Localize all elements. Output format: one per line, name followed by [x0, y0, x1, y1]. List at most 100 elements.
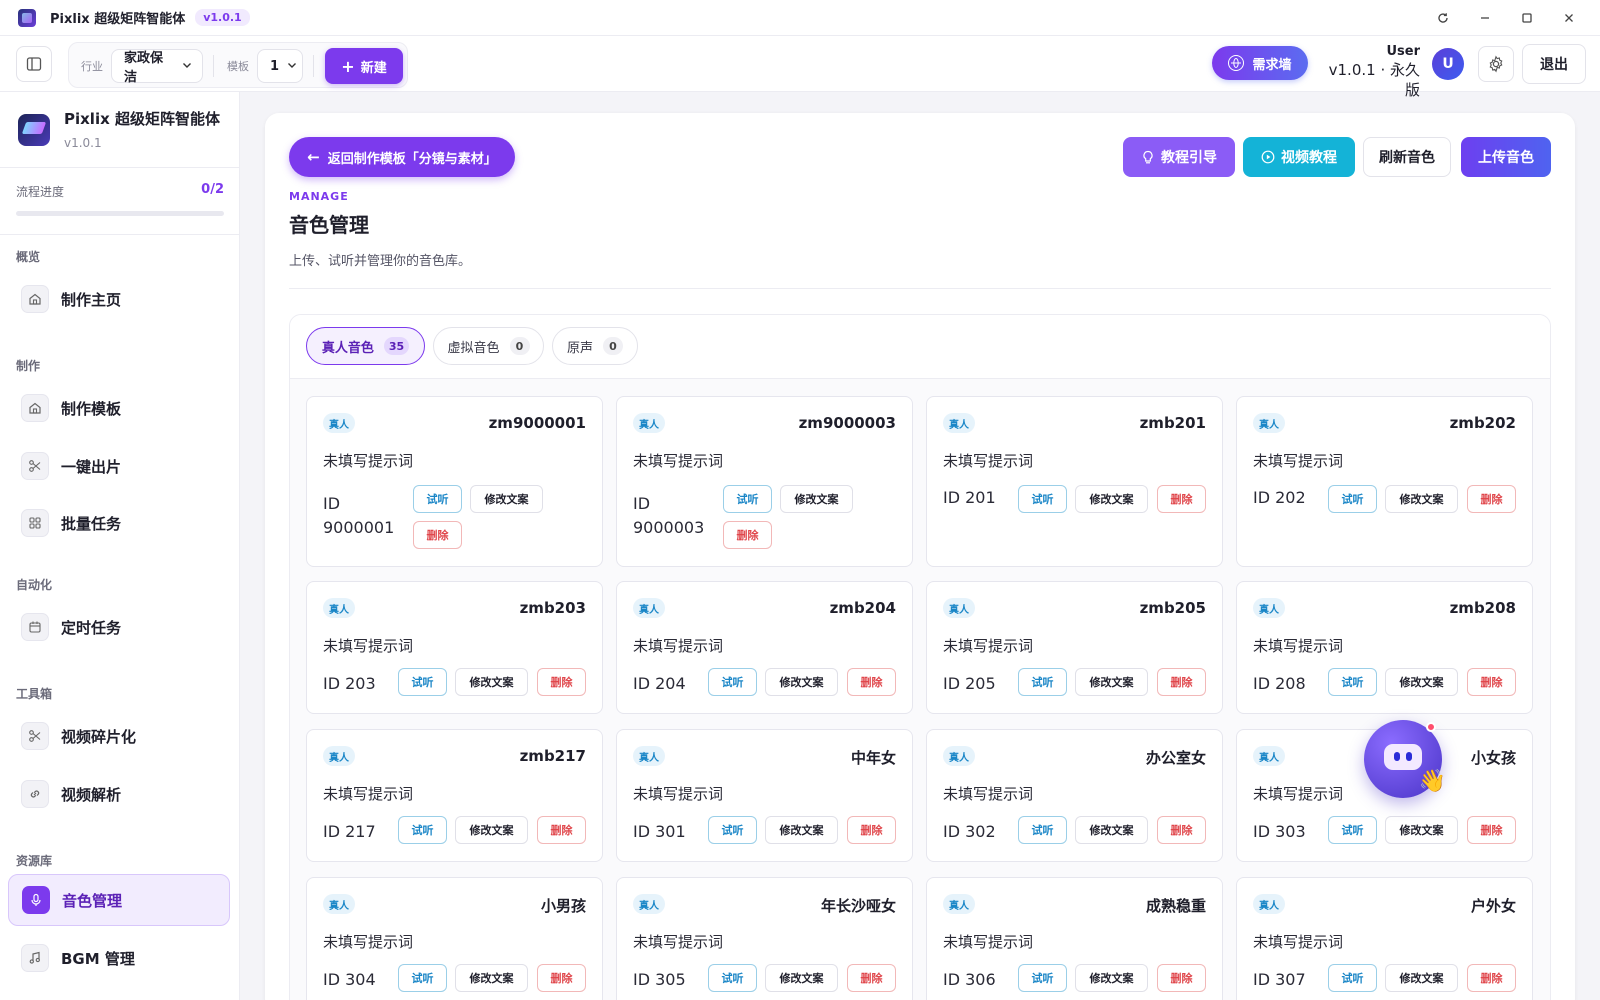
edit-copy-button[interactable]: 修改文案	[1075, 816, 1148, 844]
listen-button[interactable]: 试听	[1328, 816, 1377, 844]
delete-button[interactable]: 删除	[847, 816, 896, 844]
sidebar-item-home[interactable]: 制作主页	[8, 273, 230, 325]
close-icon[interactable]	[1548, 0, 1590, 36]
sidebar-toggle-button[interactable]	[16, 46, 52, 82]
voice-name: 小女孩	[1470, 749, 1516, 767]
progress-label: 流程进度	[16, 185, 65, 199]
listen-button[interactable]: 试听	[1018, 964, 1067, 992]
sidebar-item-label: 批量任务	[61, 514, 122, 533]
tab-virtual-voice[interactable]: 虚拟音色 0	[433, 327, 544, 365]
video-tutorial-button[interactable]: 视频教程	[1243, 137, 1355, 177]
voice-id: ID 306	[943, 970, 996, 989]
sidebar-app-title: Pixlix 超级矩阵智能体	[64, 110, 220, 128]
sidebar-item-label: 制作模板	[61, 399, 122, 418]
industry-select[interactable]: 家政保洁	[111, 49, 203, 85]
tab-original-voice[interactable]: 原声 0	[552, 327, 638, 365]
page-title: 音色管理	[289, 213, 369, 237]
edit-copy-button[interactable]: 修改文案	[765, 816, 838, 844]
avatar[interactable]: U	[1432, 48, 1464, 80]
delete-button[interactable]: 删除	[537, 964, 586, 992]
listen-button[interactable]: 试听	[398, 668, 447, 696]
listen-button[interactable]: 试听	[413, 485, 462, 513]
voice-id: ID 202	[1253, 488, 1306, 507]
listen-button[interactable]: 试听	[1328, 668, 1377, 696]
listen-button[interactable]: 试听	[1018, 816, 1067, 844]
edit-copy-button[interactable]: 修改文案	[470, 485, 543, 513]
sidebar-item-scheduled[interactable]: 定时任务	[8, 601, 230, 653]
edit-copy-button[interactable]: 修改文案	[765, 964, 838, 992]
delete-button[interactable]: 删除	[1467, 668, 1516, 696]
sidebar-item-parse[interactable]: 视频解析	[8, 768, 230, 820]
delete-button[interactable]: 删除	[1157, 485, 1206, 513]
delete-button[interactable]: 删除	[1157, 816, 1206, 844]
listen-button[interactable]: 试听	[708, 816, 757, 844]
edit-copy-button[interactable]: 修改文案	[1385, 485, 1458, 513]
sidebar-item-one-click[interactable]: 一键出片	[8, 440, 230, 492]
maximize-icon[interactable]	[1506, 0, 1548, 36]
minimize-icon[interactable]	[1464, 0, 1506, 36]
settings-button[interactable]	[1478, 46, 1514, 82]
listen-button[interactable]: 试听	[708, 964, 757, 992]
edit-copy-button[interactable]: 修改文案	[1075, 964, 1148, 992]
upload-voice-button[interactable]: 上传音色	[1461, 137, 1551, 177]
listen-button[interactable]: 试听	[708, 668, 757, 696]
listen-button[interactable]: 试听	[1018, 668, 1067, 696]
voice-name: zmb205	[1139, 599, 1206, 617]
edit-copy-button[interactable]: 修改文案	[1075, 668, 1148, 696]
listen-button[interactable]: 试听	[398, 816, 447, 844]
edit-copy-button[interactable]: 修改文案	[455, 668, 528, 696]
sidebar-item-fragment[interactable]: 视频碎片化	[8, 710, 230, 762]
play-circle-icon	[1261, 150, 1275, 164]
new-button[interactable]: + 新建	[325, 48, 403, 84]
delete-button[interactable]: 删除	[1157, 668, 1206, 696]
delete-button[interactable]: 删除	[537, 668, 586, 696]
voice-type-tag: 真人	[633, 746, 665, 766]
assistant-robot-button[interactable]: 👋	[1364, 720, 1446, 798]
sidebar-item-label: 制作主页	[61, 290, 122, 309]
edit-copy-button[interactable]: 修改文案	[1385, 964, 1458, 992]
edit-copy-button[interactable]: 修改文案	[765, 668, 838, 696]
listen-button[interactable]: 试听	[723, 485, 772, 513]
template-value: 1	[270, 58, 280, 74]
voice-name: 中年女	[850, 749, 896, 767]
listen-button[interactable]: 试听	[1328, 485, 1377, 513]
voice-id: ID 304	[323, 970, 376, 989]
listen-button[interactable]: 试听	[398, 964, 447, 992]
delete-button[interactable]: 删除	[847, 964, 896, 992]
delete-button[interactable]: 删除	[1467, 964, 1516, 992]
edit-copy-button[interactable]: 修改文案	[455, 964, 528, 992]
tab-real-voice[interactable]: 真人音色 35	[306, 327, 425, 365]
delete-button[interactable]: 删除	[1467, 485, 1516, 513]
template-select[interactable]: 1	[257, 49, 303, 83]
delete-button[interactable]: 删除	[847, 668, 896, 696]
back-to-template-button[interactable]: ← 返回制作模板「分镜与素材」	[289, 137, 515, 177]
delete-button[interactable]: 删除	[413, 521, 462, 549]
tutorial-guide-button[interactable]: 教程引导	[1123, 137, 1235, 177]
delete-button[interactable]: 删除	[1157, 964, 1206, 992]
sidebar-item-template[interactable]: 制作模板	[8, 382, 230, 434]
chevron-down-icon	[287, 60, 297, 73]
needs-wall-button[interactable]: 需求墙	[1212, 46, 1308, 80]
delete-button[interactable]: 删除	[723, 521, 772, 549]
voice-card: 真人 小男孩 未填写提示词 ID 304 试听 修改文案 删除	[306, 877, 603, 1000]
delete-button[interactable]: 删除	[537, 816, 586, 844]
edit-copy-button[interactable]: 修改文案	[1385, 816, 1458, 844]
window-controls	[1422, 0, 1590, 36]
edit-copy-button[interactable]: 修改文案	[1385, 668, 1458, 696]
listen-button[interactable]: 试听	[1328, 964, 1377, 992]
listen-button[interactable]: 试听	[1018, 485, 1067, 513]
edit-copy-button[interactable]: 修改文案	[780, 485, 853, 513]
sidebar-item-batch[interactable]: 批量任务	[8, 497, 230, 549]
voice-name: zmb202	[1449, 414, 1516, 432]
refresh-voices-button[interactable]: 刷新音色	[1363, 137, 1451, 177]
edit-copy-button[interactable]: 修改文案	[455, 816, 528, 844]
user-license: v1.0.1 · 永久版	[1328, 61, 1420, 99]
voice-name: 成熟稳重	[1145, 897, 1206, 915]
delete-button[interactable]: 删除	[1467, 816, 1516, 844]
sidebar-item-voice[interactable]: 音色管理	[8, 874, 230, 926]
logout-button[interactable]: 退出	[1522, 44, 1586, 84]
edit-copy-button[interactable]: 修改文案	[1075, 485, 1148, 513]
sidebar-item-bgm[interactable]: BGM 管理	[8, 932, 230, 984]
section-library: 资源库	[16, 854, 53, 868]
refresh-icon[interactable]	[1422, 0, 1464, 36]
